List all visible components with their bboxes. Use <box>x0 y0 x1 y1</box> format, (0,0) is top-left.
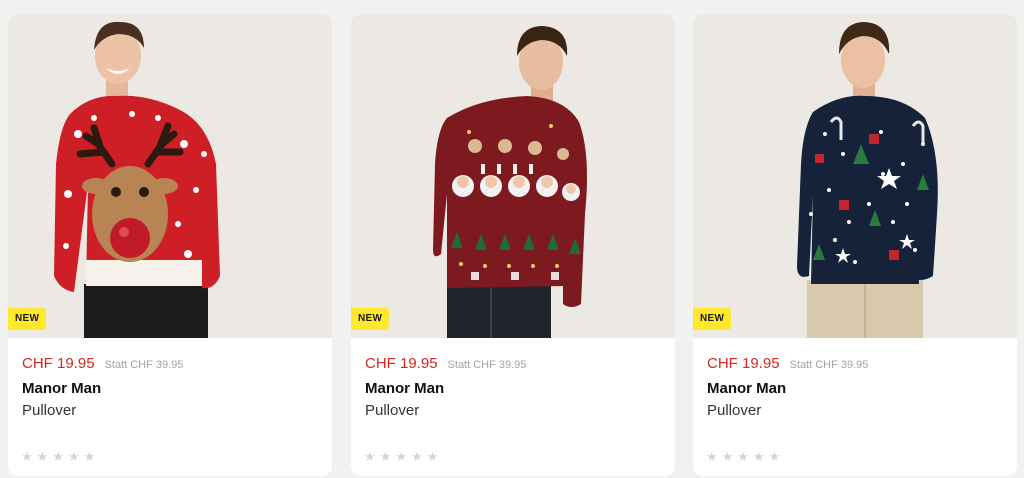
new-badge: NEW <box>351 308 390 330</box>
new-badge: NEW <box>693 308 732 330</box>
product-category: Pullover <box>22 402 77 419</box>
brand-name[interactable]: Manor Man <box>707 380 786 397</box>
rating-stars: ★★★★★ <box>21 449 100 464</box>
original-price: Statt CHF 39.95 <box>104 359 184 371</box>
pullover-photo <box>433 26 587 338</box>
sale-price: CHF 19.95 <box>22 355 95 372</box>
brand-name[interactable]: Manor Man <box>365 380 444 397</box>
pullover-photo <box>54 21 220 338</box>
original-price: Statt CHF 39.95 <box>789 359 869 371</box>
product-image[interactable]: NEW <box>351 14 675 338</box>
product-card[interactable]: NEW CHF 19.95 Statt CHF 39.95 Manor Man P… <box>693 14 1017 476</box>
price-row: CHF 19.95 Statt CHF 39.95 <box>22 355 183 373</box>
sale-price: CHF 19.95 <box>707 355 780 372</box>
product-card[interactable]: NEW CHF 19.95 Statt CHF 39.95 Manor Man P… <box>351 14 675 476</box>
brand-name[interactable]: Manor Man <box>22 380 101 397</box>
price-row: CHF 19.95 Statt CHF 39.95 <box>365 355 526 373</box>
new-badge: NEW <box>8 308 47 330</box>
price-row: CHF 19.95 Statt CHF 39.95 <box>707 355 868 373</box>
sale-price: CHF 19.95 <box>365 355 438 372</box>
pullover-photo <box>797 22 938 338</box>
product-image[interactable]: NEW <box>693 14 1017 338</box>
original-price: Statt CHF 39.95 <box>447 359 527 371</box>
rating-stars: ★★★★★ <box>364 449 443 464</box>
rating-stars: ★★★★★ <box>706 449 785 464</box>
product-category: Pullover <box>365 402 420 419</box>
product-image[interactable]: NEW <box>8 14 332 338</box>
product-category: Pullover <box>707 402 762 419</box>
product-card[interactable]: NEW CHF 19.95 Statt CHF 39.95 Manor Man P… <box>8 14 332 476</box>
